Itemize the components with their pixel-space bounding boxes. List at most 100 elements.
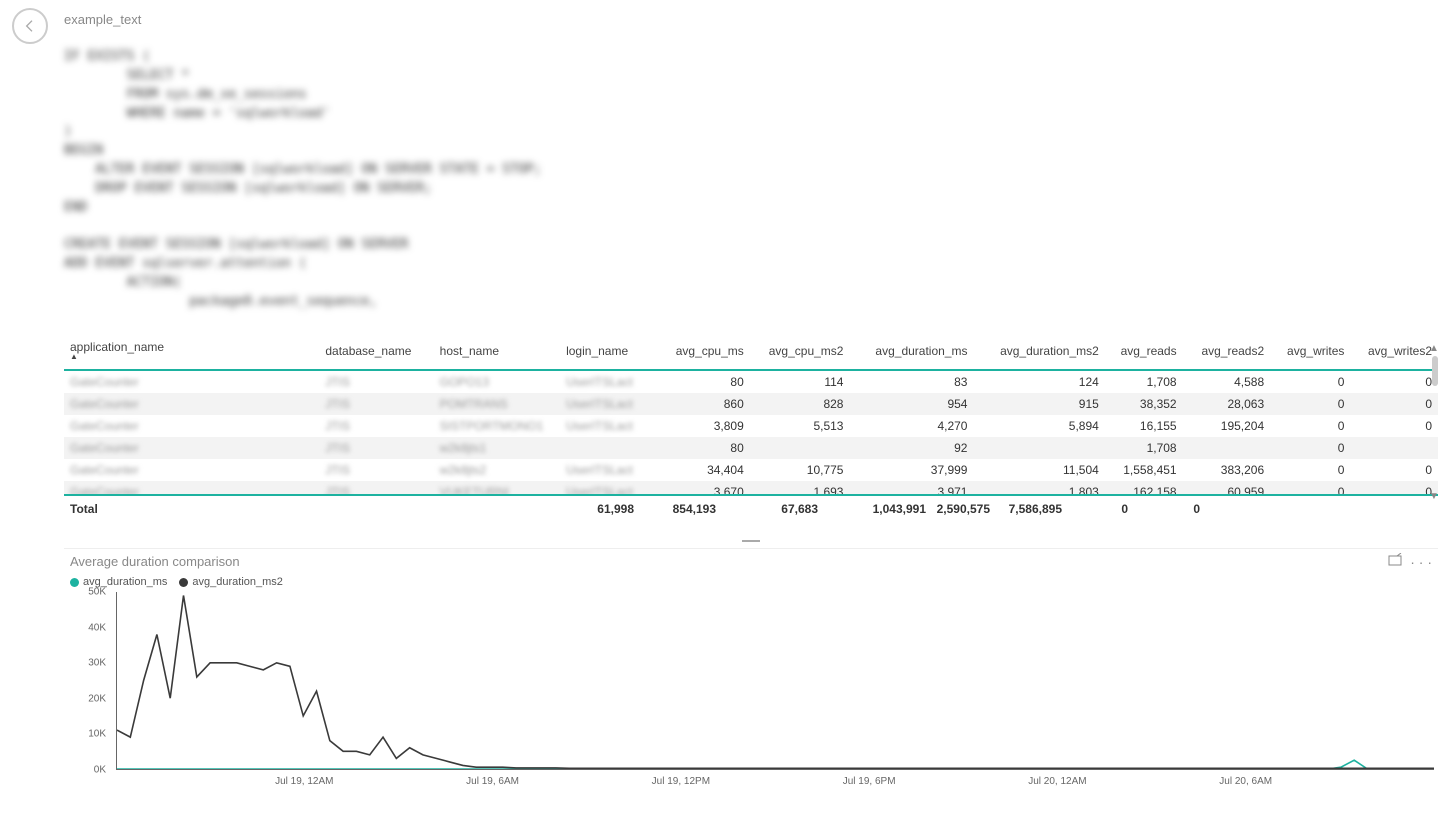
cell-avg_reads2: 383,206 [1183,459,1271,481]
cell-avg_cpu_ms2: 5,513 [750,415,850,437]
table-header-row: application_name▲database_namehost_namel… [64,336,1438,370]
cell-application_name: GateCounter [64,481,319,496]
cell-avg_reads: 16,155 [1105,415,1183,437]
column-header-avg_reads[interactable]: avg_reads [1105,336,1183,370]
cell-avg_reads2: 195,204 [1183,415,1271,437]
table-total-row: Total61,998854,19367,6831,043,9912,590,5… [64,496,1438,522]
column-header-avg_duration_ms2[interactable]: avg_duration_ms2 [973,336,1104,370]
scroll-thumb[interactable] [1432,356,1438,386]
cell-avg_duration_ms: 83 [849,370,973,393]
cell-avg_cpu_ms2: 828 [750,393,850,415]
column-header-avg_writes[interactable]: avg_writes [1270,336,1350,370]
table-row[interactable]: GateCounterJTISVUKETURNIUserITSLact3,670… [64,481,1438,496]
cell-application_name: GateCounter [64,393,319,415]
scroll-up-icon[interactable]: ▲ [1428,342,1440,354]
cell-avg_cpu_ms2: 10,775 [750,459,850,481]
total-avg_cpu_ms2: 854,193 [634,502,716,516]
cell-database_name: JTIS [319,393,433,415]
cell-database_name: JTIS [319,437,433,459]
total-avg_reads2: 7,586,895 [990,502,1062,516]
column-header-login_name[interactable]: login_name [560,336,657,370]
back-button[interactable] [12,8,48,44]
cell-avg_reads: 1,708 [1105,370,1183,393]
column-header-avg_duration_ms[interactable]: avg_duration_ms [849,336,973,370]
chart-legend: avg_duration_ms avg_duration_ms2 [64,570,1438,592]
cell-avg_duration_ms2: 124 [973,370,1104,393]
column-header-database_name[interactable]: database_name [319,336,433,370]
cell-avg_duration_ms: 37,999 [849,459,973,481]
x-tick-label: Jul 19, 12PM [652,776,710,787]
table-row[interactable]: GateCounterJTISw2k8jts180921,7080 [64,437,1438,459]
cell-avg_duration_ms2: 11,504 [973,459,1104,481]
cell-avg_reads2: 4,588 [1183,370,1271,393]
column-header-avg_cpu_ms2[interactable]: avg_cpu_ms2 [750,336,850,370]
total-avg_reads: 2,590,575 [926,502,990,516]
cell-avg_cpu_ms: 80 [657,437,749,459]
cell-avg_cpu_ms: 80 [657,370,749,393]
cell-avg_reads: 1,558,451 [1105,459,1183,481]
more-options-icon[interactable]: · · · [1410,554,1432,570]
cell-avg_writes2: 0 [1350,415,1438,437]
x-tick-label: Jul 19, 6AM [466,776,519,787]
cell-avg_reads2: 60,959 [1183,481,1271,496]
x-tick-label: Jul 19, 6PM [843,776,896,787]
column-header-application_name[interactable]: application_name▲ [64,336,319,370]
total-avg_writes: 0 [1062,502,1128,516]
table-row[interactable]: GateCounterJTISPOMTRANSUserITSLact860828… [64,393,1438,415]
cell-avg_writes: 0 [1270,370,1350,393]
table-row[interactable]: GateCounterJTISSISTPORTMONO1UserITSLact3… [64,415,1438,437]
cell-avg_cpu_ms: 3,809 [657,415,749,437]
sql-code-block: IF EXISTS ( SELECT * FROM sys.dm_xe_sess… [64,48,764,328]
focus-mode-icon[interactable] [1388,553,1402,570]
chart-panel: Average duration comparison · · · avg_du… [64,548,1438,812]
cell-avg_cpu_ms: 3,670 [657,481,749,496]
legend-label: avg_duration_ms2 [192,576,283,588]
cell-avg_writes2: 0 [1350,481,1438,496]
cell-avg_writes: 0 [1270,481,1350,496]
cell-database_name: JTIS [319,415,433,437]
cell-avg_reads: 38,352 [1105,393,1183,415]
cell-avg_cpu_ms2: 114 [750,370,850,393]
column-header-avg_reads2[interactable]: avg_reads2 [1183,336,1271,370]
column-header-host_name[interactable]: host_name [434,336,560,370]
cell-avg_cpu_ms: 34,404 [657,459,749,481]
cell-avg_duration_ms2: 915 [973,393,1104,415]
total-avg_writes2: 0 [1128,502,1200,516]
legend-dot-icon [179,578,188,587]
chart-y-axis: 0K10K20K30K40K50K [64,592,112,770]
column-header-avg_writes2[interactable]: avg_writes2 [1350,336,1438,370]
data-table: application_name▲database_namehost_namel… [64,336,1438,526]
x-tick-label: Jul 20, 6AM [1219,776,1272,787]
total-avg_cpu_ms: 61,998 [558,502,634,516]
y-tick-label: 30K [88,658,106,669]
cell-database_name: JTIS [319,481,433,496]
table-row[interactable]: GateCounterJTISGOPO13UserITSLact80114831… [64,370,1438,393]
splitter-handle[interactable] [64,534,1438,548]
cell-avg_duration_ms: 3,971 [849,481,973,496]
chart-plot-area[interactable] [116,592,1434,770]
legend-item[interactable]: avg_duration_ms2 [179,576,283,588]
x-tick-label: Jul 19, 12AM [275,776,333,787]
chart-title: Average duration comparison [70,554,240,569]
cell-avg_writes: 0 [1270,437,1350,459]
legend-item[interactable]: avg_duration_ms [70,576,167,588]
page-title: example_text [64,12,141,27]
chart-x-axis: Jul 19, 12AM Jul 19, 6AM Jul 19, 12PM Jul 1… [116,776,1434,796]
cell-host_name: GOPO13 [434,370,560,393]
series-line-avg_duration_ms2 [117,596,1434,769]
legend-dot-icon [70,578,79,587]
table-scrollbar[interactable]: ▲ ▼ [1428,342,1442,502]
cell-login_name: UserITSLact [560,393,657,415]
cell-login_name: UserITSLact [560,459,657,481]
cell-login_name [560,437,657,459]
total-host_name [374,502,478,516]
column-header-avg_cpu_ms[interactable]: avg_cpu_ms [657,336,749,370]
cell-avg_reads2 [1183,437,1271,459]
cell-application_name: GateCounter [64,370,319,393]
cell-avg_duration_ms: 954 [849,393,973,415]
total-avg_duration_ms2: 1,043,991 [818,502,926,516]
scroll-down-icon[interactable]: ▼ [1428,490,1440,502]
cell-avg_cpu_ms2 [750,437,850,459]
table-row[interactable]: GateCounterJTISw2k8jts2UserITSLact34,404… [64,459,1438,481]
cell-avg_duration_ms: 4,270 [849,415,973,437]
